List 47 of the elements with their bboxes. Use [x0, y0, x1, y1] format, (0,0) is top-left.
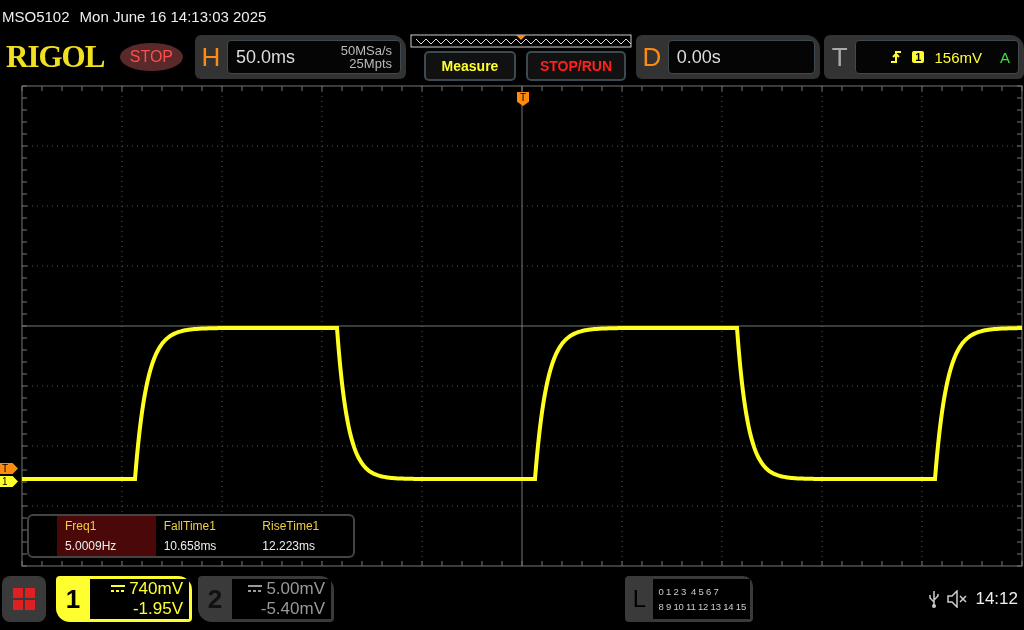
horizontal-panel[interactable]: H 50.0ms 50MSa/s 25Mpts	[195, 35, 406, 79]
measurement-name: Freq1	[65, 519, 98, 533]
measurement-name: FallTime1	[163, 519, 217, 533]
trigger-label: T	[830, 41, 849, 73]
vertical-offset: -1.95V	[132, 599, 183, 619]
dc-coupling-icon	[111, 585, 126, 593]
measurement-value: 5.0009Hz	[65, 539, 118, 553]
clock-time: 14:12	[975, 589, 1018, 609]
delay-panel[interactable]: D 0.00s	[636, 35, 820, 79]
trigger-level: 156mV	[934, 48, 982, 66]
digital-channels: 8 9 10 11 12 13 14 15	[658, 601, 747, 612]
vertical-scale: 5.00mV	[266, 579, 325, 599]
channel-number: 1	[64, 583, 82, 615]
trigger-mode: A	[1000, 48, 1010, 66]
timebase-value: 50.0ms	[236, 46, 296, 68]
logic-panel[interactable]: L 0 1 2 3 4 5 6 7 8 9 10 11 12 13 14 15	[625, 576, 754, 622]
vertical-scale: 740mV	[129, 579, 183, 599]
trigger-panel[interactable]: T 1 156mV A	[824, 35, 1024, 79]
channel-offset-marker[interactable]: 1	[0, 476, 18, 487]
measurement-item[interactable]: RiseTime1 12.223ms	[254, 516, 353, 556]
run-state-badge: STOP	[119, 43, 183, 71]
dc-coupling-icon	[248, 585, 263, 593]
measurement-item[interactable]: FallTime1 10.658ms	[155, 516, 255, 556]
memory-depth: 25Mpts	[349, 57, 392, 70]
model-name: MSO5102	[2, 7, 70, 25]
measurement-value: 10.658ms	[163, 539, 218, 553]
measurement-item[interactable]: Freq1 5.0009Hz	[57, 516, 156, 556]
logic-label: L	[631, 585, 648, 613]
digital-channels: 0 1 2 3 4 5 6 7	[658, 586, 720, 597]
trigger-position-marker[interactable]: T	[517, 92, 529, 106]
measurement-value: 12.223ms	[262, 539, 317, 553]
delay-label: D	[641, 41, 663, 73]
usb-icon	[929, 590, 940, 608]
measurement-name: RiseTime1	[262, 519, 321, 533]
measure-button[interactable]: Measure	[424, 50, 516, 81]
menu-button[interactable]	[2, 576, 46, 622]
trigger-source: 1	[912, 51, 925, 63]
stop-run-button[interactable]: STOP/RUN	[526, 50, 626, 81]
trigger-level-marker[interactable]: T	[0, 463, 18, 474]
delay-value: 0.00s	[676, 46, 721, 68]
grid-squares-icon	[13, 588, 35, 610]
channel-panel[interactable]: 1 740mV -1.95V	[56, 576, 192, 622]
brand-logo: RIGOL	[6, 39, 106, 75]
horizontal-label: H	[200, 41, 222, 73]
date-time: Mon June 16 14:13:03 2025	[79, 7, 267, 25]
sample-rate: 50MSa/s	[340, 44, 392, 57]
vertical-offset: -5.40mV	[260, 599, 325, 619]
